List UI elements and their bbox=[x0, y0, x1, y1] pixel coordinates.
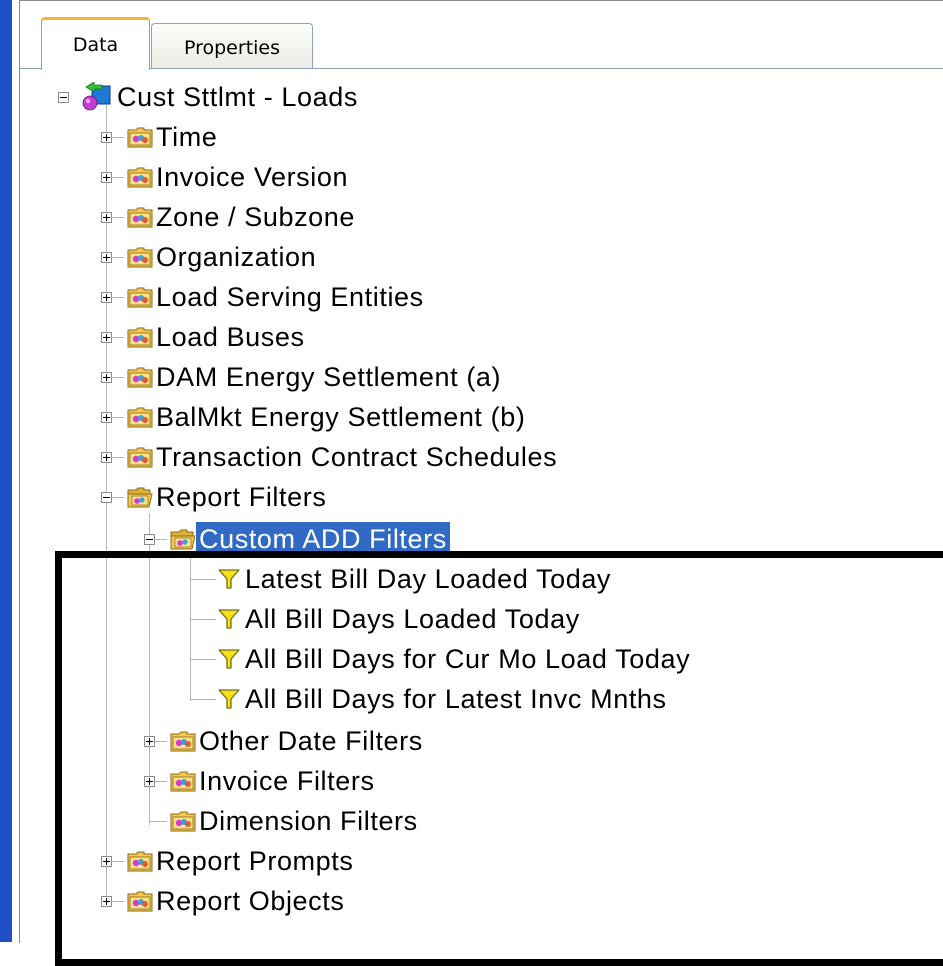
class-folder-icon bbox=[170, 730, 196, 752]
class-folder-icon bbox=[170, 770, 196, 792]
tree-item-other-date-filters[interactable]: Other Date Filters bbox=[170, 723, 426, 759]
expand-toggle[interactable] bbox=[101, 212, 112, 223]
tree-item-label: Custom ADD Filters bbox=[195, 521, 451, 557]
class-folder-icon bbox=[127, 326, 153, 348]
class-folder-icon bbox=[127, 890, 153, 912]
tree-item-invoice-version[interactable]: Invoice Version bbox=[127, 159, 351, 195]
tree-line bbox=[149, 821, 167, 822]
expand-toggle[interactable] bbox=[101, 856, 112, 867]
left-accent-bar bbox=[0, 0, 12, 942]
tree-item-label: Report Filters bbox=[156, 482, 327, 512]
collapse-toggle[interactable] bbox=[58, 92, 69, 103]
tree-item-label: Dimension Filters bbox=[199, 806, 418, 836]
class-folder-icon bbox=[170, 810, 196, 832]
class-folder-icon bbox=[127, 446, 153, 468]
expand-toggle[interactable] bbox=[144, 736, 155, 747]
tree-item-label: BalMkt Energy Settlement (b) bbox=[156, 402, 526, 432]
tree-item-label: Organization bbox=[156, 242, 317, 272]
tree-item-cust-sttlmt-loads[interactable]: Cust Sttlmt - Loads bbox=[80, 79, 361, 115]
open-class-folder-icon bbox=[170, 528, 196, 550]
tab-properties[interactable]: Properties bbox=[151, 23, 313, 69]
tree-item-label: Report Objects bbox=[156, 886, 345, 916]
tree-item-time[interactable]: Time bbox=[127, 119, 220, 155]
class-folder-icon bbox=[127, 286, 153, 308]
collapse-toggle[interactable] bbox=[101, 492, 112, 503]
class-folder-icon bbox=[127, 246, 153, 268]
filter-icon bbox=[216, 648, 242, 670]
tree-item-label: DAM Energy Settlement (a) bbox=[156, 362, 502, 392]
tree-line bbox=[190, 659, 216, 660]
collapse-toggle[interactable] bbox=[144, 534, 155, 545]
tree-item-invoice-filters[interactable]: Invoice Filters bbox=[170, 763, 378, 799]
tree-item-label: Transaction Contract Schedules bbox=[156, 442, 558, 472]
tree-item-label: Invoice Version bbox=[156, 162, 349, 192]
universe-icon bbox=[80, 82, 114, 112]
tree-item-dimension-filters[interactable]: Dimension Filters bbox=[170, 803, 421, 839]
tree-item-balmkt-energy-settlement[interactable]: BalMkt Energy Settlement (b) bbox=[127, 399, 528, 435]
class-folder-icon bbox=[127, 166, 153, 188]
tree-item-label: All Bill Days for Cur Mo Load Today bbox=[245, 644, 691, 674]
tab-strip: Properties Data bbox=[20, 1, 943, 70]
tree-item-label: Zone / Subzone bbox=[156, 202, 356, 232]
tab-strip-baseline bbox=[20, 68, 943, 69]
tree-item-report-objects[interactable]: Report Objects bbox=[127, 883, 347, 919]
data-panel: Properties Data Cust Sttlmt - Loads Time… bbox=[19, 0, 943, 943]
filter-all-bill-days-loaded-today[interactable]: All Bill Days Loaded Today bbox=[216, 601, 583, 637]
tree-item-transaction-contract-schedules[interactable]: Transaction Contract Schedules bbox=[127, 439, 560, 475]
tree-line bbox=[190, 553, 191, 701]
expand-toggle[interactable] bbox=[101, 172, 112, 183]
filter-all-bill-days-cur-mo[interactable]: All Bill Days for Cur Mo Load Today bbox=[216, 641, 693, 677]
filter-icon bbox=[216, 608, 242, 630]
filter-icon bbox=[216, 688, 242, 710]
tree-item-organization[interactable]: Organization bbox=[127, 239, 319, 275]
expand-toggle[interactable] bbox=[101, 292, 112, 303]
filter-all-bill-days-latest-invc[interactable]: All Bill Days for Latest Invc Mnths bbox=[216, 681, 670, 717]
expand-toggle[interactable] bbox=[101, 452, 112, 463]
tree-item-report-filters[interactable]: Report Filters bbox=[127, 479, 329, 515]
tree-line bbox=[106, 105, 107, 901]
tab-data[interactable]: Data bbox=[41, 17, 150, 70]
expand-toggle[interactable] bbox=[101, 412, 112, 423]
class-folder-icon bbox=[127, 206, 153, 228]
tree-line bbox=[190, 579, 216, 580]
tree-item-load-serving-entities[interactable]: Load Serving Entities bbox=[127, 279, 427, 315]
tree-item-label: Time bbox=[156, 122, 218, 152]
tree-item-zone-subzone[interactable]: Zone / Subzone bbox=[127, 199, 358, 235]
class-folder-icon bbox=[127, 850, 153, 872]
tree-item-custom-add-filters[interactable]: Custom ADD Filters bbox=[170, 521, 451, 557]
class-folder-icon bbox=[127, 366, 153, 388]
tree-item-label: Other Date Filters bbox=[199, 726, 423, 756]
expand-toggle[interactable] bbox=[101, 252, 112, 263]
tree-item-label: All Bill Days Loaded Today bbox=[245, 604, 580, 634]
expand-toggle[interactable] bbox=[101, 332, 112, 343]
tree-item-label: Latest Bill Day Loaded Today bbox=[245, 564, 612, 594]
tree-item-label: Cust Sttlmt - Loads bbox=[117, 82, 358, 112]
expand-toggle[interactable] bbox=[101, 132, 112, 143]
class-folder-icon bbox=[127, 126, 153, 148]
expand-toggle[interactable] bbox=[144, 776, 155, 787]
tree-line bbox=[190, 699, 216, 700]
object-tree[interactable]: Cust Sttlmt - Loads Time Invoice Version… bbox=[20, 71, 943, 943]
class-folder-icon bbox=[127, 406, 153, 428]
tree-item-label: Load Buses bbox=[156, 322, 305, 352]
open-class-folder-icon bbox=[127, 486, 153, 508]
expand-toggle[interactable] bbox=[101, 372, 112, 383]
tree-item-label: All Bill Days for Latest Invc Mnths bbox=[245, 684, 667, 714]
tree-item-dam-energy-settlement[interactable]: DAM Energy Settlement (a) bbox=[127, 359, 504, 395]
tree-line bbox=[190, 619, 216, 620]
tree-item-label: Invoice Filters bbox=[199, 766, 375, 796]
filter-icon bbox=[216, 568, 242, 590]
expand-toggle[interactable] bbox=[101, 896, 112, 907]
tree-item-report-prompts[interactable]: Report Prompts bbox=[127, 843, 356, 879]
filter-latest-bill-day-loaded-today[interactable]: Latest Bill Day Loaded Today bbox=[216, 561, 614, 597]
tree-item-label: Load Serving Entities bbox=[156, 282, 424, 312]
tree-item-load-buses[interactable]: Load Buses bbox=[127, 319, 308, 355]
tree-item-label: Report Prompts bbox=[156, 846, 354, 876]
